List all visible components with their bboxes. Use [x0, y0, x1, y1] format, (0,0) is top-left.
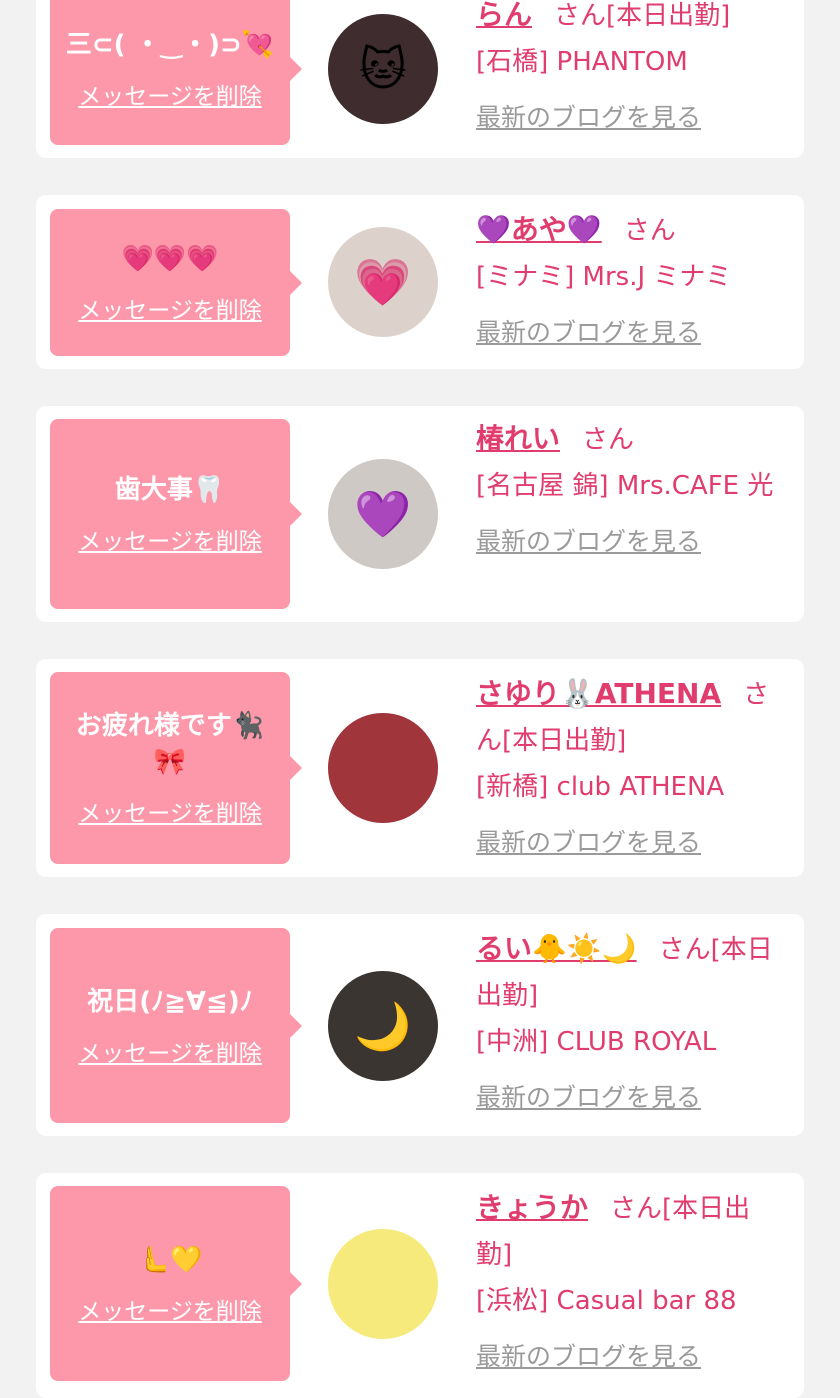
message-bubble: 💗💗💗 メッセージを削除 — [50, 209, 302, 356]
message-card: 歯大事🦷 メッセージを削除 💜 椿れい さん [名古屋 錦] Mrs.CAFE 光… — [36, 406, 804, 622]
honorific: さん — [610, 1194, 663, 1224]
message-card: 三⊂( ・‿・)⊃💘 メッセージを削除 🐱 らん さん[本日出勤] [石橋] PH… — [36, 0, 804, 158]
latest-blog-link[interactable]: 最新のブログを見る — [476, 820, 776, 866]
avatar[interactable]: 🐱 — [328, 14, 438, 124]
avatar-icon: 💗 — [354, 254, 412, 309]
delete-message-link[interactable]: メッセージを削除 — [78, 522, 262, 556]
cast-info: らん さん[本日出勤] [石橋] PHANTOM 最新のブログを見る — [476, 0, 776, 141]
message-text: 祝日(ﾉ≧∀≦)ﾉ — [87, 986, 253, 1017]
avatar[interactable]: 🌙 — [328, 971, 438, 1081]
latest-blog-link[interactable]: 最新のブログを見る — [476, 519, 776, 565]
delete-message-link[interactable]: メッセージを削除 — [78, 794, 262, 828]
cast-info: 椿れい さん [名古屋 錦] Mrs.CAFE 光 最新のブログを見る — [476, 416, 776, 565]
message-text: お疲れ様です🐈‍⬛🎀 — [75, 711, 265, 777]
message-text: 💗💗💗 — [121, 243, 219, 274]
message-bubble: 🫷💛 メッセージを削除 — [50, 1186, 302, 1381]
cast-info: るい🐥☀️🌙 さん[本日出勤] [中洲] CLUB ROYAL 最新のブログを見る — [476, 926, 776, 1121]
latest-blog-link[interactable]: 最新のブログを見る — [476, 310, 776, 356]
honorific: さん — [554, 1, 607, 31]
shop-name: [ミナミ] Mrs.J ミナミ — [476, 262, 732, 292]
message-text: 歯大事🦷 — [114, 475, 226, 505]
shop-name: [名古屋 錦] Mrs.CAFE 光 — [476, 471, 774, 501]
avatar-icon: 🌙 — [354, 998, 412, 1053]
avatar[interactable]: 💗 — [328, 227, 438, 337]
cast-name-link[interactable]: さゆり🐰ATHENA — [476, 677, 721, 710]
shop-name: [石橋] PHANTOM — [476, 47, 688, 77]
cast-name-link[interactable]: きょうか — [476, 1191, 588, 1224]
cast-name-link[interactable]: るい🐥☀️🌙 — [476, 932, 637, 965]
message-bubble: お疲れ様です🐈‍⬛🎀 メッセージを削除 — [50, 672, 302, 864]
honorific: さん — [582, 425, 635, 455]
delete-message-link[interactable]: メッセージを削除 — [78, 77, 262, 111]
cast-name-link[interactable]: 椿れい — [476, 422, 560, 455]
delete-message-link[interactable]: メッセージを削除 — [78, 1034, 262, 1068]
delete-message-link[interactable]: メッセージを削除 — [78, 291, 262, 325]
cast-info: きょうか さん[本日出勤] [浜松] Casual bar 88 最新のブログを見… — [476, 1185, 776, 1380]
message-bubble: 歯大事🦷 メッセージを削除 — [50, 419, 302, 609]
avatar-icon: 💜 — [354, 486, 412, 541]
shop-name: [新橋] club ATHENA — [476, 772, 725, 802]
honorific: さん — [623, 216, 676, 246]
message-text: 🫷💛 — [137, 1244, 203, 1275]
honorific: さん — [658, 935, 711, 965]
cast-name-link[interactable]: 💜あや💜 — [476, 213, 602, 246]
message-card: お疲れ様です🐈‍⬛🎀 メッセージを削除 さゆり🐰ATHENA さん[本日出勤] [… — [36, 659, 804, 877]
shop-name: [中洲] CLUB ROYAL — [476, 1027, 717, 1057]
message-card: 祝日(ﾉ≧∀≦)ﾉ メッセージを削除 🌙 るい🐥☀️🌙 さん[本日出勤] [中洲]… — [36, 914, 804, 1136]
message-list: 三⊂( ・‿・)⊃💘 メッセージを削除 🐱 らん さん[本日出勤] [石橋] PH… — [0, 0, 840, 1398]
avatar-icon: 🐱 — [359, 42, 407, 96]
delete-message-link[interactable]: メッセージを削除 — [78, 1292, 262, 1326]
message-card: 🫷💛 メッセージを削除 きょうか さん[本日出勤] [浜松] Casual bar… — [36, 1173, 804, 1398]
message-text: 三⊂( ・‿・)⊃💘 — [65, 29, 275, 60]
message-card: 💗💗💗 メッセージを削除 💗 💜あや💜 さん [ミナミ] Mrs.J ミナミ 最新… — [36, 195, 804, 369]
shop-name: [浜松] Casual bar 88 — [476, 1286, 737, 1316]
message-bubble: 三⊂( ・‿・)⊃💘 メッセージを削除 — [50, 0, 302, 145]
avatar[interactable] — [328, 713, 438, 823]
cast-name-link[interactable]: らん — [476, 0, 532, 31]
latest-blog-link[interactable]: 最新のブログを見る — [476, 1075, 776, 1121]
latest-blog-link[interactable]: 最新のブログを見る — [476, 1334, 776, 1380]
status-text: [本日出勤] — [502, 726, 627, 756]
status-text: [本日出勤] — [606, 1, 731, 31]
avatar[interactable] — [328, 1229, 438, 1339]
avatar[interactable]: 💜 — [328, 459, 438, 569]
cast-info: 💜あや💜 さん [ミナミ] Mrs.J ミナミ 最新のブログを見る — [476, 207, 776, 356]
cast-info: さゆり🐰ATHENA さん[本日出勤] [新橋] club ATHENA 最新のブ… — [476, 671, 776, 866]
latest-blog-link[interactable]: 最新のブログを見る — [476, 95, 776, 141]
message-bubble: 祝日(ﾉ≧∀≦)ﾉ メッセージを削除 — [50, 928, 302, 1123]
